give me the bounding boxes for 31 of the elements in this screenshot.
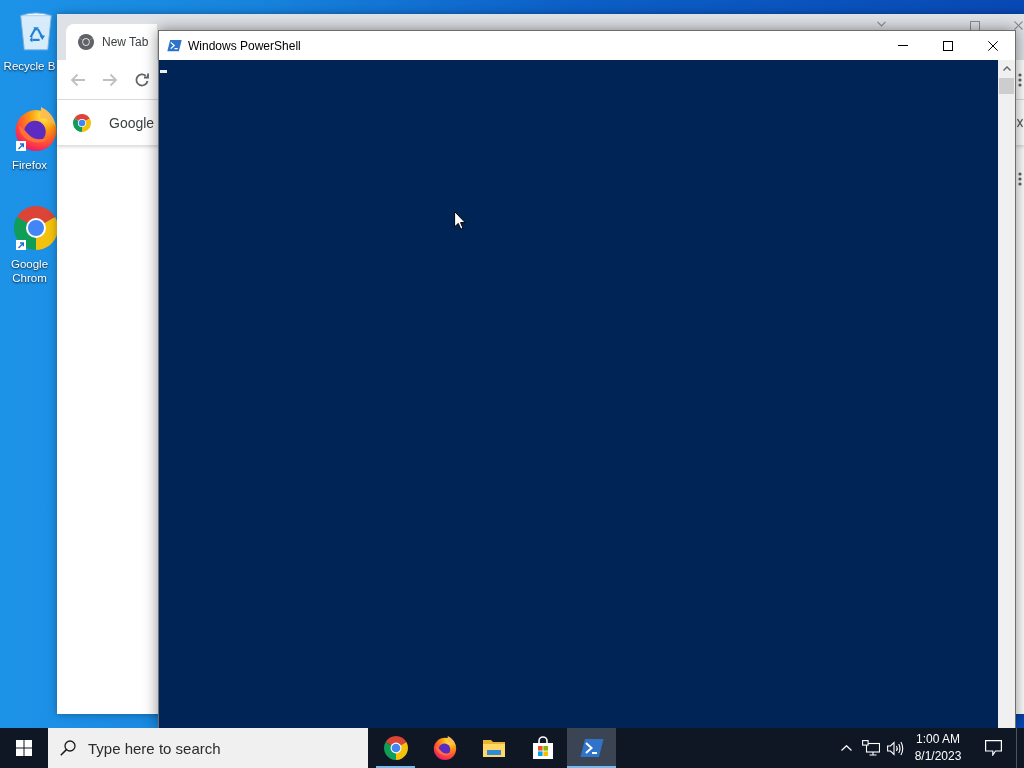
clock-date[interactable]: 8/1/2023 — [914, 748, 962, 765]
clock-time[interactable]: 1:00 AM — [916, 731, 960, 748]
infobar-message: Google — [109, 114, 155, 131]
scrollbar-thumb[interactable] — [999, 78, 1014, 94]
browser-tab[interactable]: New Tab — [66, 24, 157, 60]
windows-logo-icon[interactable] — [16, 740, 32, 756]
maximize-icon[interactable] — [942, 40, 953, 51]
more-options-icon[interactable] — [1018, 72, 1022, 87]
search-field[interactable]: Type here to search — [48, 728, 368, 768]
chrome-icon — [78, 34, 94, 50]
more-options-icon[interactable] — [1018, 172, 1022, 186]
chrome-icon[interactable] — [383, 736, 408, 760]
speaker-icon[interactable] — [886, 740, 904, 756]
recycle-bin-icon[interactable] — [18, 9, 54, 51]
minimize-icon[interactable] — [897, 45, 908, 46]
chrome-icon — [73, 113, 91, 132]
close-icon[interactable] — [1017, 117, 1023, 128]
firefox-icon[interactable] — [432, 736, 457, 760]
terminal-icon[interactable] — [579, 738, 604, 758]
mouse-pointer-icon — [454, 211, 466, 230]
folder-icon[interactable] — [481, 738, 506, 758]
notifications-icon[interactable] — [984, 740, 1002, 756]
network-icon[interactable] — [862, 740, 880, 756]
firefox-icon[interactable] — [14, 107, 58, 151]
window-title: Windows PowerShell — [188, 38, 301, 53]
close-icon[interactable] — [987, 40, 998, 51]
reload-icon[interactable] — [134, 71, 150, 88]
scrollbar-track[interactable] — [998, 60, 1015, 728]
search-icon — [60, 740, 76, 756]
terminal-icon — [167, 39, 182, 52]
shopping-bag-icon[interactable] — [531, 736, 554, 760]
